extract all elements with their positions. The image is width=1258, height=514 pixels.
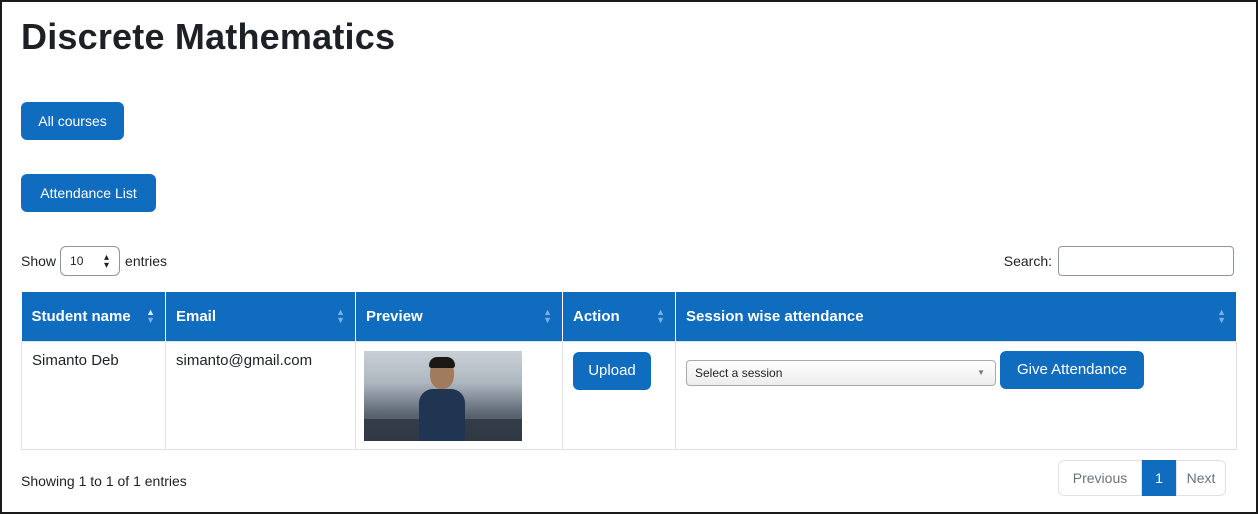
column-header-action[interactable]: Action ▲ ▼ — [562, 292, 676, 341]
column-label: Action — [573, 307, 620, 325]
preview-person-body — [419, 388, 465, 441]
show-label: Show — [21, 253, 57, 269]
entries-length-select[interactable]: 10 ▴ ▾ — [60, 246, 121, 276]
attendance-list-button[interactable]: Attendance List — [21, 174, 156, 212]
students-table: Student name ▲ ▼ Email ▲ ▼ Preview ▲ ▼ Acti… — [21, 292, 1237, 450]
pagination-page-current[interactable]: 1 — [1142, 460, 1176, 496]
column-label: Student name — [31, 307, 131, 325]
pagination: Previous 1 Next — [1058, 460, 1226, 496]
select-arrows-icon: ▴ ▾ — [104, 252, 110, 271]
table-info: Showing 1 to 1 of 1 entries — [21, 473, 187, 489]
session-controls: Select a session ▼ Give Attendance — [686, 350, 1226, 389]
table-search: Search: — [1004, 246, 1234, 276]
search-input[interactable] — [1058, 246, 1234, 276]
session-select[interactable]: Select a session ▼ — [686, 359, 996, 386]
sort-icon: ▲ ▼ — [656, 307, 665, 325]
cell-action: Upload — [562, 340, 676, 450]
entries-length-value: 10 — [70, 254, 84, 268]
sort-icon: ▲ ▼ — [1217, 307, 1226, 325]
page-title: Discrete Mathematics — [21, 16, 396, 57]
table-header-row: Student name ▲ ▼ Email ▲ ▼ Preview ▲ ▼ Acti… — [21, 292, 1237, 341]
column-label: Preview — [366, 307, 423, 325]
student-preview-image — [364, 350, 522, 441]
column-label: Email — [176, 307, 217, 325]
column-label: Session wise attendance — [686, 307, 864, 325]
entries-length-control: Show 10 ▴ ▾ entries — [21, 246, 167, 276]
pagination-next[interactable]: Next — [1176, 460, 1226, 496]
pagination-previous[interactable]: Previous — [1058, 460, 1142, 496]
sort-icon: ▲ ▼ — [543, 307, 552, 325]
chevron-down-icon: ▼ — [977, 368, 985, 377]
preview-person — [419, 356, 465, 441]
page-frame: Discrete Mathematics All courses Attenda… — [0, 0, 1258, 514]
all-courses-button[interactable]: All courses — [21, 102, 124, 140]
session-select-placeholder: Select a session — [695, 365, 783, 380]
sort-icon: ▲ ▼ — [146, 307, 155, 325]
table-row: Simanto Deb simanto@gmail.com Upload Sel… — [21, 340, 1237, 450]
entries-label: entries — [125, 253, 168, 269]
cell-student-name: Simanto Deb — [21, 340, 166, 450]
column-header-student-name[interactable]: Student name ▲ ▼ — [21, 292, 166, 341]
search-label: Search: — [1003, 253, 1052, 269]
column-header-email[interactable]: Email ▲ ▼ — [165, 292, 356, 341]
cell-session-attendance: Select a session ▼ Give Attendance — [675, 340, 1237, 450]
sort-icon: ▲ ▼ — [336, 307, 345, 325]
upload-button[interactable]: Upload — [573, 351, 651, 390]
column-header-preview[interactable]: Preview ▲ ▼ — [355, 292, 563, 341]
cell-preview — [355, 340, 563, 450]
give-attendance-button[interactable]: Give Attendance — [1000, 350, 1144, 389]
preview-person-hair — [429, 356, 455, 368]
column-header-session-attendance[interactable]: Session wise attendance ▲ ▼ — [675, 292, 1237, 341]
cell-email: simanto@gmail.com — [165, 340, 356, 450]
